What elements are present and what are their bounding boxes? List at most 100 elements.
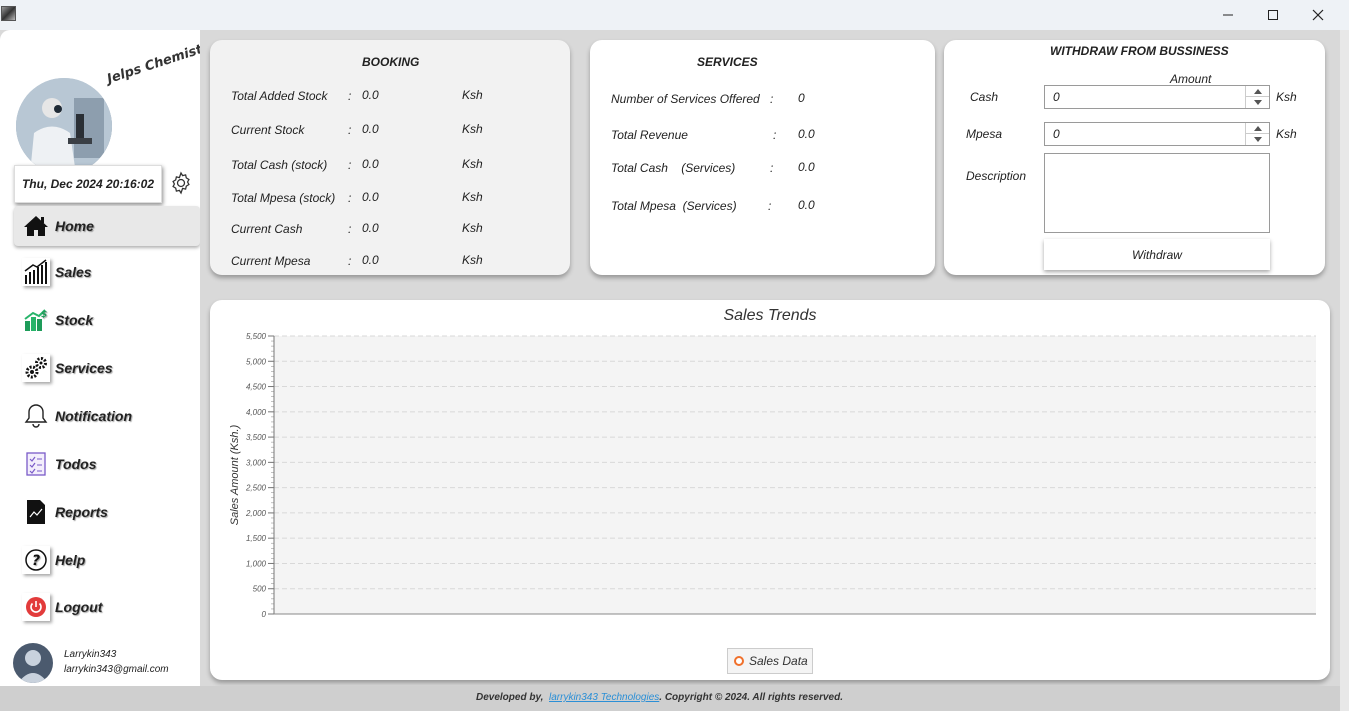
booking-row-label: Total Cash (stock) [231, 158, 328, 172]
mpesa-increment-button[interactable] [1246, 123, 1269, 134]
minimize-button[interactable] [1205, 0, 1251, 30]
footer-company-link[interactable]: larrykin343 Technologies [549, 692, 659, 703]
gears-icon [22, 354, 50, 382]
close-button[interactable] [1295, 0, 1341, 30]
booking-row-unit: Ksh [462, 190, 483, 204]
y-axis-label: Sales Amount (Ksh.) [229, 424, 241, 525]
y-tick-label: 0 [262, 610, 267, 619]
services-title: SERVICES [697, 55, 758, 69]
sidebar-item-label: Help [55, 552, 86, 568]
services-row-label: Total Cash (Services) [611, 161, 736, 175]
legend-label: Sales Data [749, 654, 808, 668]
services-card: SERVICES Number of Services Offered: 0 Tot… [590, 40, 935, 275]
booking-row-separator: : [348, 158, 352, 172]
services-row-value: 0.0 [798, 160, 815, 174]
datetime-display: Thu, Dec 2024 20:16:02 [14, 165, 162, 203]
sales-trends-card: Sales Trends 0 500 1,000 1,500 2,000 2,500 3,0… [210, 300, 1330, 680]
home-icon [22, 212, 50, 240]
sidebar: Jelps Chemist Thu, Dec 2024 20:16:02 Hom… [0, 30, 204, 686]
withdraw-card: WITHDRAW FROM BUSSINESS Amount Cash 0 Ks… [944, 40, 1325, 275]
footer-prefix: Developed by, [476, 692, 544, 703]
minimize-icon [1223, 14, 1233, 16]
close-icon [1312, 9, 1324, 21]
services-row-separator: : [770, 161, 774, 175]
sidebar-item-todos[interactable]: Todos [14, 444, 200, 484]
chevron-down-icon [1253, 100, 1262, 105]
sidebar-item-help[interactable]: ? Help [14, 540, 200, 580]
booking-row-unit: Ksh [462, 221, 483, 235]
y-tick-label: 5,500 [246, 332, 267, 341]
withdraw-title: WITHDRAW FROM BUSSINESS [1050, 44, 1229, 58]
mpesa-decrement-button[interactable] [1246, 134, 1269, 145]
cash-decrement-button[interactable] [1246, 97, 1269, 108]
services-row-label: Total Mpesa (Services) [611, 199, 737, 213]
services-row-separator: : [768, 199, 772, 213]
y-tick-label: 5,000 [246, 357, 267, 366]
sidebar-item-label: Services [55, 360, 113, 376]
booking-row-label: Total Added Stock [231, 89, 328, 103]
sidebar-item-services[interactable]: Services [14, 348, 200, 388]
booking-row-value: 0.0 [362, 221, 379, 235]
maximize-icon [1268, 10, 1278, 20]
sidebar-item-label: Home [55, 218, 94, 234]
legend-marker-icon [734, 656, 744, 666]
booking-row-value: 0.0 [362, 253, 379, 267]
chevron-up-icon [1253, 88, 1262, 94]
user-email: larrykin343@gmail.com [64, 664, 169, 675]
mpesa-unit: Ksh [1276, 127, 1297, 141]
chart-legend[interactable]: Sales Data [727, 648, 813, 674]
bell-icon [22, 402, 50, 430]
sales-trends-chart: 0 500 1,000 1,500 2,000 2,500 3,000 3,500 4,000 4… [229, 332, 1316, 619]
withdraw-button[interactable]: Withdraw [1044, 239, 1270, 270]
booking-row-separator: : [348, 89, 352, 103]
cash-increment-button[interactable] [1246, 86, 1269, 97]
app-icon [1, 6, 16, 21]
brand-logo [16, 78, 112, 174]
booking-card: BOOKING Total Added Stock:0.0 Ksh Current … [210, 40, 570, 275]
booking-row-unit: Ksh [462, 122, 483, 136]
brand-name: Jelps Chemist [105, 42, 205, 87]
sidebar-item-label: Todos [55, 456, 97, 472]
booking-row-label: Current Cash [231, 222, 303, 236]
user-name: Larrykin343 [64, 649, 117, 660]
booking-row-value: 0.0 [362, 88, 379, 102]
gear-icon [172, 171, 190, 195]
window-edge [1340, 30, 1349, 711]
description-textarea[interactable] [1044, 153, 1270, 233]
booking-row-unit: Ksh [462, 157, 483, 171]
svg-text:?: ? [32, 553, 40, 569]
cash-amount-spinner[interactable]: 0 [1044, 85, 1270, 109]
y-tick-label: 1,000 [246, 559, 267, 568]
mpesa-amount-spinner[interactable]: 0 [1044, 122, 1270, 146]
y-tick-label: 4,000 [246, 408, 267, 417]
services-row-label: Number of Services Offered [611, 92, 760, 106]
cash-spin-arrows [1245, 86, 1269, 108]
booking-row-label: Total Mpesa (stock) [231, 191, 336, 205]
sidebar-item-home[interactable]: Home [14, 206, 200, 246]
sidebar-item-notification[interactable]: Notification [14, 396, 200, 436]
checklist-icon [22, 450, 50, 478]
svg-text:$: $ [41, 310, 47, 320]
maximize-button[interactable] [1250, 0, 1296, 30]
sidebar-item-reports[interactable]: Reports [14, 492, 200, 532]
sidebar-item-label: Notification [55, 408, 132, 424]
settings-button[interactable] [166, 168, 196, 198]
cash-label: Cash [970, 90, 999, 104]
sidebar-item-logout[interactable]: Logout [14, 587, 200, 627]
cash-amount-value: 0 [1053, 90, 1060, 104]
chevron-up-icon [1253, 125, 1262, 131]
booking-row-separator: : [348, 254, 352, 268]
sidebar-item-label: Stock [55, 312, 94, 328]
booking-row-separator: : [348, 222, 352, 236]
footer-suffix: . Copyright © 2024. All rights reserved. [659, 692, 843, 703]
booking-row-unit: Ksh [462, 88, 483, 102]
booking-row-separator: : [348, 123, 352, 137]
sidebar-item-sales[interactable]: Sales [14, 252, 200, 292]
y-tick-label: 2,000 [245, 509, 267, 518]
booking-row-unit: Ksh [462, 253, 483, 267]
footer-text: Developed by, larrykin343 Technologies. … [476, 692, 843, 703]
services-row-value: 0.0 [798, 127, 815, 141]
y-tick-label: 500 [253, 585, 267, 594]
sidebar-item-stock[interactable]: $ Stock [14, 300, 200, 340]
y-tick-label: 3,000 [246, 458, 267, 467]
